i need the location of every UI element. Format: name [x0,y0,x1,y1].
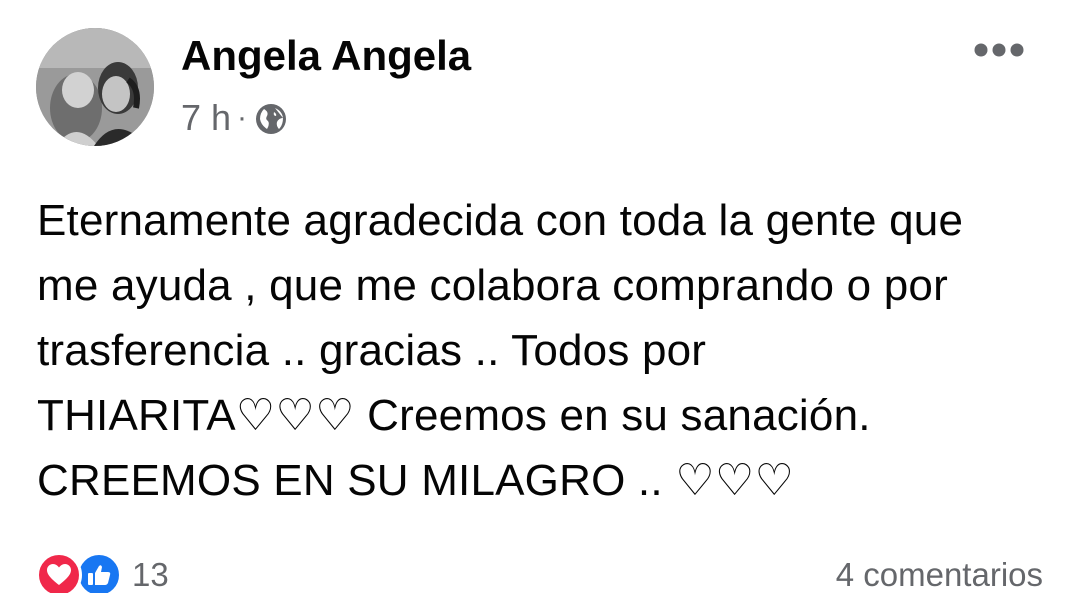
meta-separator: · [237,101,248,134]
love-reaction-icon [36,552,82,593]
reactions-summary[interactable]: 13 [36,552,169,593]
post-timestamp[interactable]: 7 h [181,97,231,139]
globe-icon [255,102,287,134]
facebook-post: Angela Angela 7 h · Eternamente agradeci… [0,0,1080,593]
author-name[interactable]: Angela Angela [181,32,471,80]
avatar[interactable] [36,28,154,146]
post-text: Eternamente agradecida con toda la gente… [37,196,964,505]
comments-count-link[interactable]: 4 comentarios [836,556,1043,593]
like-reaction-icon [76,552,122,593]
post-meta: 7 h · [181,96,287,140]
more-options-button[interactable] [968,30,1030,70]
reaction-count: 13 [132,556,169,593]
more-horizontal-icon [974,43,1024,57]
profile-photo [36,28,154,146]
